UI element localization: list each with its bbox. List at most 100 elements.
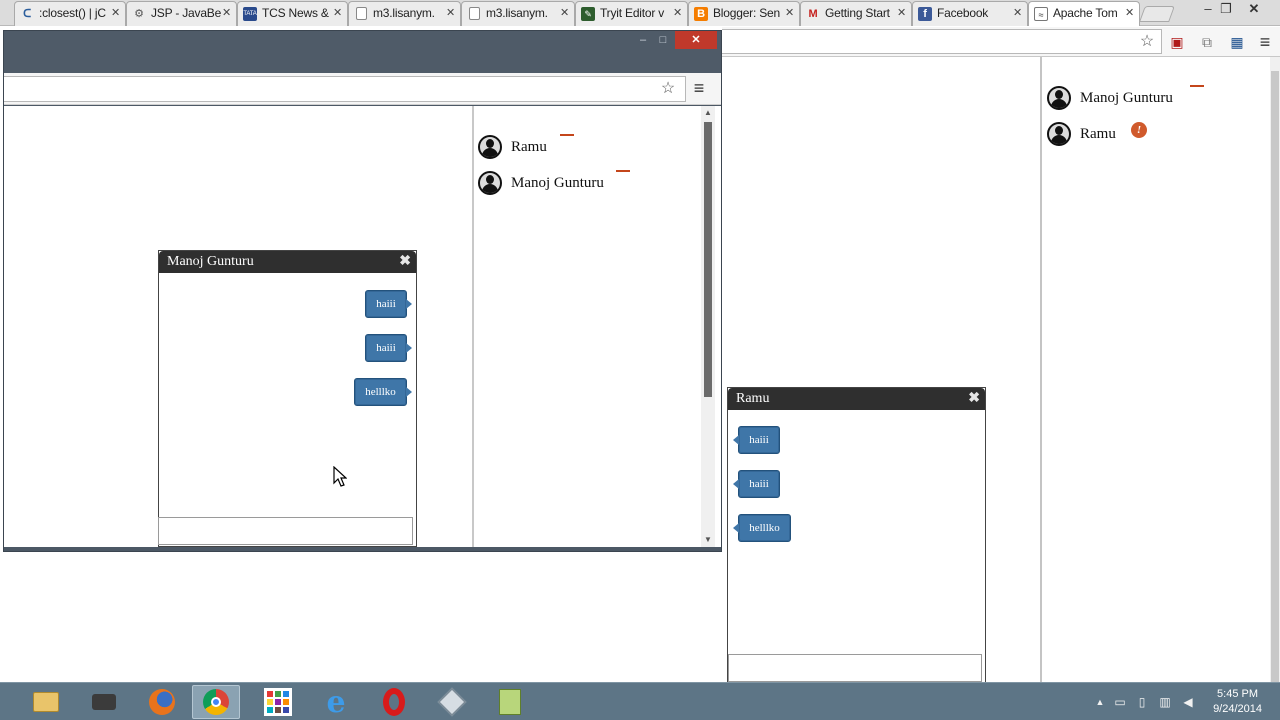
user-item[interactable]: Manoj Gunturu bbox=[1047, 85, 1247, 111]
chrome-icon[interactable] bbox=[192, 685, 240, 719]
browser-toolbar: ☆ ▣ ⧉ ▦ ≡ bbox=[722, 27, 1280, 57]
close-tab-icon[interactable]: ✕ bbox=[446, 2, 455, 25]
browser-tab[interactable]: m3.lisanym. ✕ bbox=[348, 1, 461, 26]
scroll-down-icon[interactable]: ▼ bbox=[701, 533, 715, 547]
close-tab-icon[interactable]: ✕ bbox=[111, 2, 120, 25]
close-tab-icon[interactable]: ✕ bbox=[1013, 2, 1022, 25]
app-grid-icon[interactable] bbox=[254, 685, 302, 719]
chat-header[interactable]: Ramu ✖ bbox=[728, 388, 985, 410]
menu-icon[interactable]: ≡ bbox=[688, 77, 710, 99]
page-scrollbar[interactable] bbox=[1270, 57, 1280, 701]
chat-window: Ramu ✖ haiii haiii helllko bbox=[727, 387, 986, 683]
close-tab-icon[interactable]: ✕ bbox=[560, 2, 569, 25]
popup-maximize-icon[interactable]: □ bbox=[655, 31, 671, 49]
page-icon bbox=[469, 7, 480, 20]
minimize-status-icon bbox=[560, 134, 574, 136]
user-avatar-icon bbox=[478, 135, 502, 159]
jquery-icon: ᑕ bbox=[23, 8, 31, 20]
facebook-icon: f bbox=[918, 7, 932, 21]
message-bubble: haiii bbox=[733, 426, 780, 454]
opera-icon[interactable] bbox=[370, 685, 418, 719]
browser-tab[interactable]: B Blogger: Sen ✕ bbox=[688, 1, 800, 26]
tab-label: Facebook bbox=[937, 6, 989, 20]
close-chat-icon[interactable]: ✖ bbox=[399, 251, 411, 273]
close-tab-icon[interactable]: ✕ bbox=[222, 2, 231, 25]
tab-label: Blogger: Sen bbox=[713, 6, 780, 20]
message-bubble: haiii bbox=[365, 290, 412, 318]
browser-tab[interactable]: f Facebook ✕ bbox=[912, 1, 1028, 26]
tray-network-icon[interactable]: ▥ bbox=[1157, 694, 1173, 710]
bookmark-star-icon[interactable]: ☆ bbox=[1136, 31, 1158, 53]
browser-tab-active[interactable]: ≈ Apache Tom ✕ bbox=[1028, 1, 1140, 26]
clock-date: 9/24/2014 bbox=[1213, 703, 1262, 715]
tab-label: JSP - JavaBe bbox=[151, 6, 222, 20]
popup-scrollbar[interactable]: ▲ ▼ bbox=[701, 106, 715, 547]
virtualbox-icon[interactable] bbox=[428, 685, 476, 719]
clock-time: 5:45 PM bbox=[1217, 688, 1259, 700]
extension-video-icon[interactable]: ▣ bbox=[1166, 31, 1188, 53]
close-chat-icon[interactable]: ✖ bbox=[968, 388, 980, 410]
browser-tab[interactable]: ⚙ JSP - JavaBe ✕ bbox=[126, 1, 237, 26]
online-users-sidebar: Manoj Gunturu Ramu ! bbox=[1040, 57, 1270, 682]
popup-minimize-icon[interactable]: – bbox=[635, 31, 651, 49]
user-name: Manoj Gunturu bbox=[511, 175, 604, 191]
extension-cast-icon[interactable]: ⧉ bbox=[1196, 31, 1218, 53]
chat-message-input[interactable] bbox=[158, 517, 413, 545]
page-icon bbox=[356, 7, 367, 20]
notepad-icon[interactable] bbox=[486, 685, 534, 719]
tryit-icon: ✎ bbox=[581, 7, 595, 21]
close-window-icon[interactable]: ✕ bbox=[1242, 1, 1266, 17]
tomcat-icon: ≈ bbox=[1034, 7, 1048, 21]
message-bubble: haiii bbox=[733, 470, 780, 498]
tab-label: m3.lisanym. bbox=[486, 6, 548, 20]
user-item[interactable]: Ramu ! bbox=[1047, 121, 1247, 147]
new-tab-button[interactable] bbox=[1139, 6, 1175, 22]
tray-volume-icon[interactable]: ◀ bbox=[1180, 694, 1196, 710]
chat-header[interactable]: Manoj Gunturu ✖ bbox=[159, 251, 416, 273]
chat-title: Manoj Gunturu bbox=[167, 254, 254, 269]
tray-power-icon[interactable]: ▯ bbox=[1134, 694, 1150, 710]
extension-chart-icon[interactable]: ▦ bbox=[1226, 31, 1248, 53]
file-explorer-icon[interactable] bbox=[22, 685, 70, 719]
chat-message-input[interactable] bbox=[728, 654, 982, 682]
user-avatar-icon bbox=[1047, 122, 1071, 146]
firefox-icon[interactable] bbox=[138, 685, 186, 719]
user-avatar-icon bbox=[478, 171, 502, 195]
menu-icon[interactable]: ≡ bbox=[1254, 31, 1276, 53]
new-message-alert-icon: ! bbox=[1131, 122, 1147, 138]
tray-expand-icon[interactable]: ▲ bbox=[1092, 694, 1108, 710]
popup-address-bar[interactable] bbox=[4, 76, 686, 102]
chat-window: Manoj Gunturu ✖ haiii haiii helllko bbox=[158, 250, 417, 547]
user-name: Ramu bbox=[1080, 126, 1116, 142]
browser-tab[interactable]: ✎ Tryit Editor v ✕ bbox=[575, 1, 688, 26]
popup-close-button[interactable]: ✕ bbox=[675, 31, 717, 49]
browser-tab[interactable]: m3.lisanym. ✕ bbox=[461, 1, 575, 26]
ie-icon[interactable]: e bbox=[312, 685, 360, 720]
scroll-thumb[interactable] bbox=[704, 122, 712, 397]
user-name: Ramu bbox=[511, 139, 547, 155]
message-bubble: helllko bbox=[354, 378, 412, 406]
address-bar[interactable] bbox=[722, 29, 1162, 54]
tab-strip: ᑕ :closest() | jC ✕ ⚙ JSP - JavaBe ✕ TAT… bbox=[0, 0, 1280, 26]
browser-tab[interactable]: TATA TCS News & ✕ bbox=[237, 1, 348, 26]
scroll-up-icon[interactable]: ▲ bbox=[701, 106, 715, 120]
user-name: Manoj Gunturu bbox=[1080, 90, 1173, 106]
popup-titlebar[interactable]: – □ ✕ bbox=[4, 31, 721, 73]
tray-display-icon[interactable]: ▭ bbox=[1112, 694, 1128, 710]
user-item[interactable]: Ramu bbox=[478, 134, 678, 160]
system-clock[interactable]: 5:45 PM 9/24/2014 bbox=[1213, 687, 1262, 717]
chat-title: Ramu bbox=[736, 391, 770, 406]
close-tab-icon[interactable]: ✕ bbox=[1125, 2, 1134, 25]
browser-tab[interactable]: ᑕ :closest() | jC ✕ bbox=[14, 1, 126, 26]
tab-label: TCS News & bbox=[262, 6, 329, 20]
restore-icon[interactable]: ❐ bbox=[1214, 1, 1238, 17]
printer-icon[interactable] bbox=[80, 685, 128, 719]
user-item[interactable]: Manoj Gunturu bbox=[478, 170, 678, 196]
close-tab-icon[interactable]: ✕ bbox=[897, 2, 906, 25]
browser-tab[interactable]: M Getting Start ✕ bbox=[800, 1, 912, 26]
close-tab-icon[interactable]: ✕ bbox=[785, 2, 794, 25]
bookmark-star-icon[interactable]: ☆ bbox=[657, 78, 679, 100]
tab-label: Tryit Editor v bbox=[600, 6, 665, 20]
close-tab-icon[interactable]: ✕ bbox=[333, 2, 342, 25]
close-tab-icon[interactable]: ✕ bbox=[673, 2, 682, 25]
